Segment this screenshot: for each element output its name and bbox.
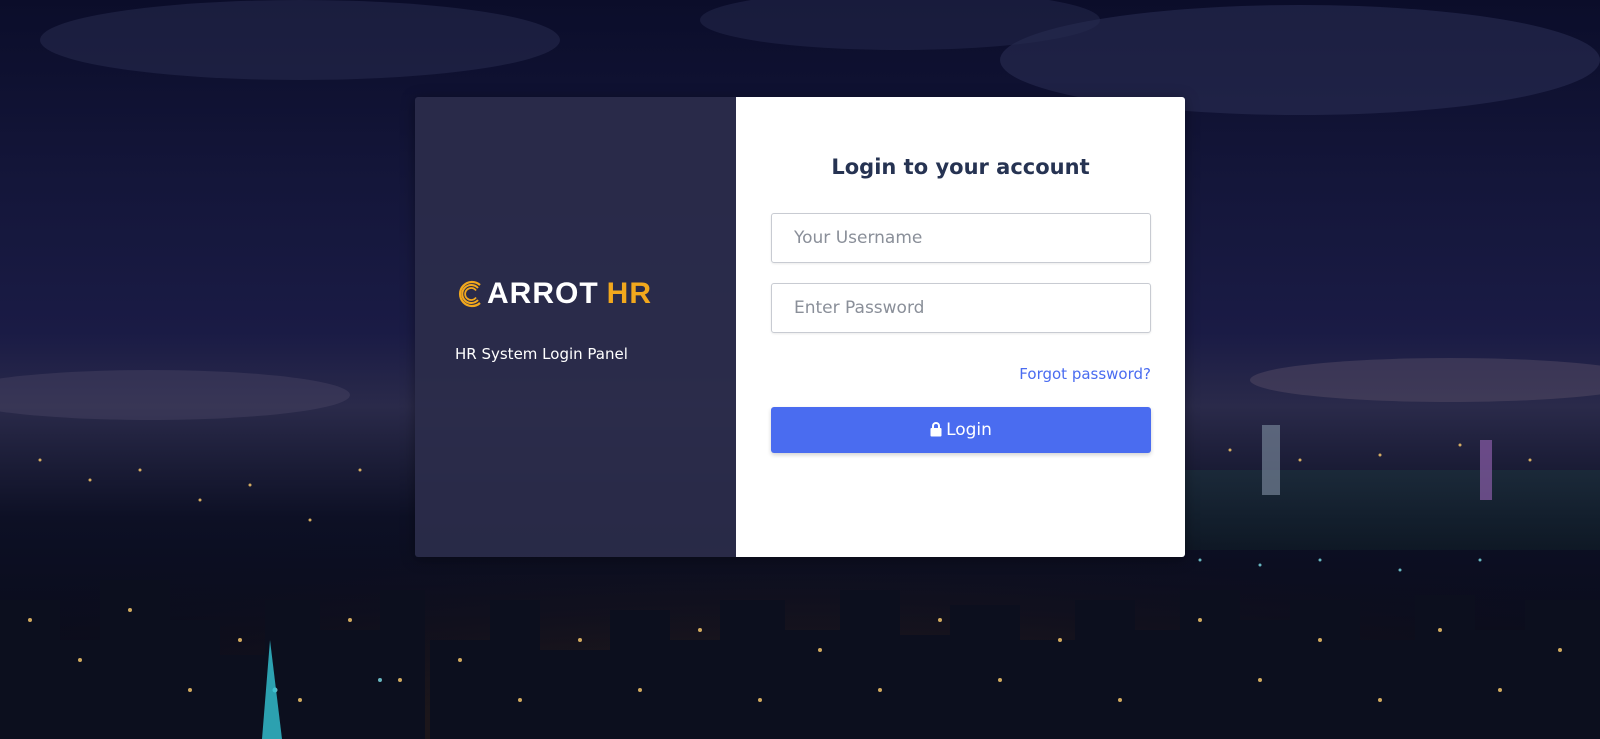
password-input[interactable]: [772, 284, 1150, 332]
login-form-panel: Login to your account Forgot password? L…: [736, 97, 1185, 557]
forgot-password-link[interactable]: Forgot password?: [1019, 365, 1151, 383]
lock-icon: [930, 421, 942, 437]
login-button[interactable]: Login: [771, 407, 1151, 453]
login-card: ARROT HR HR System Login Panel Login to …: [415, 97, 1185, 557]
username-field[interactable]: [771, 213, 1151, 263]
username-input[interactable]: [772, 214, 1150, 262]
login-title: Login to your account: [831, 155, 1090, 179]
panel-subtitle: HR System Login Panel: [455, 345, 628, 363]
brand-panel: ARROT HR HR System Login Panel: [415, 97, 736, 557]
brand-accent: HR: [606, 277, 652, 310]
carrot-c-rings-icon: [455, 279, 485, 309]
brand-logo: ARROT HR: [455, 277, 652, 311]
login-button-label: Login: [946, 420, 992, 440]
password-field[interactable]: [771, 283, 1151, 333]
brand-name: ARROT: [487, 277, 599, 310]
